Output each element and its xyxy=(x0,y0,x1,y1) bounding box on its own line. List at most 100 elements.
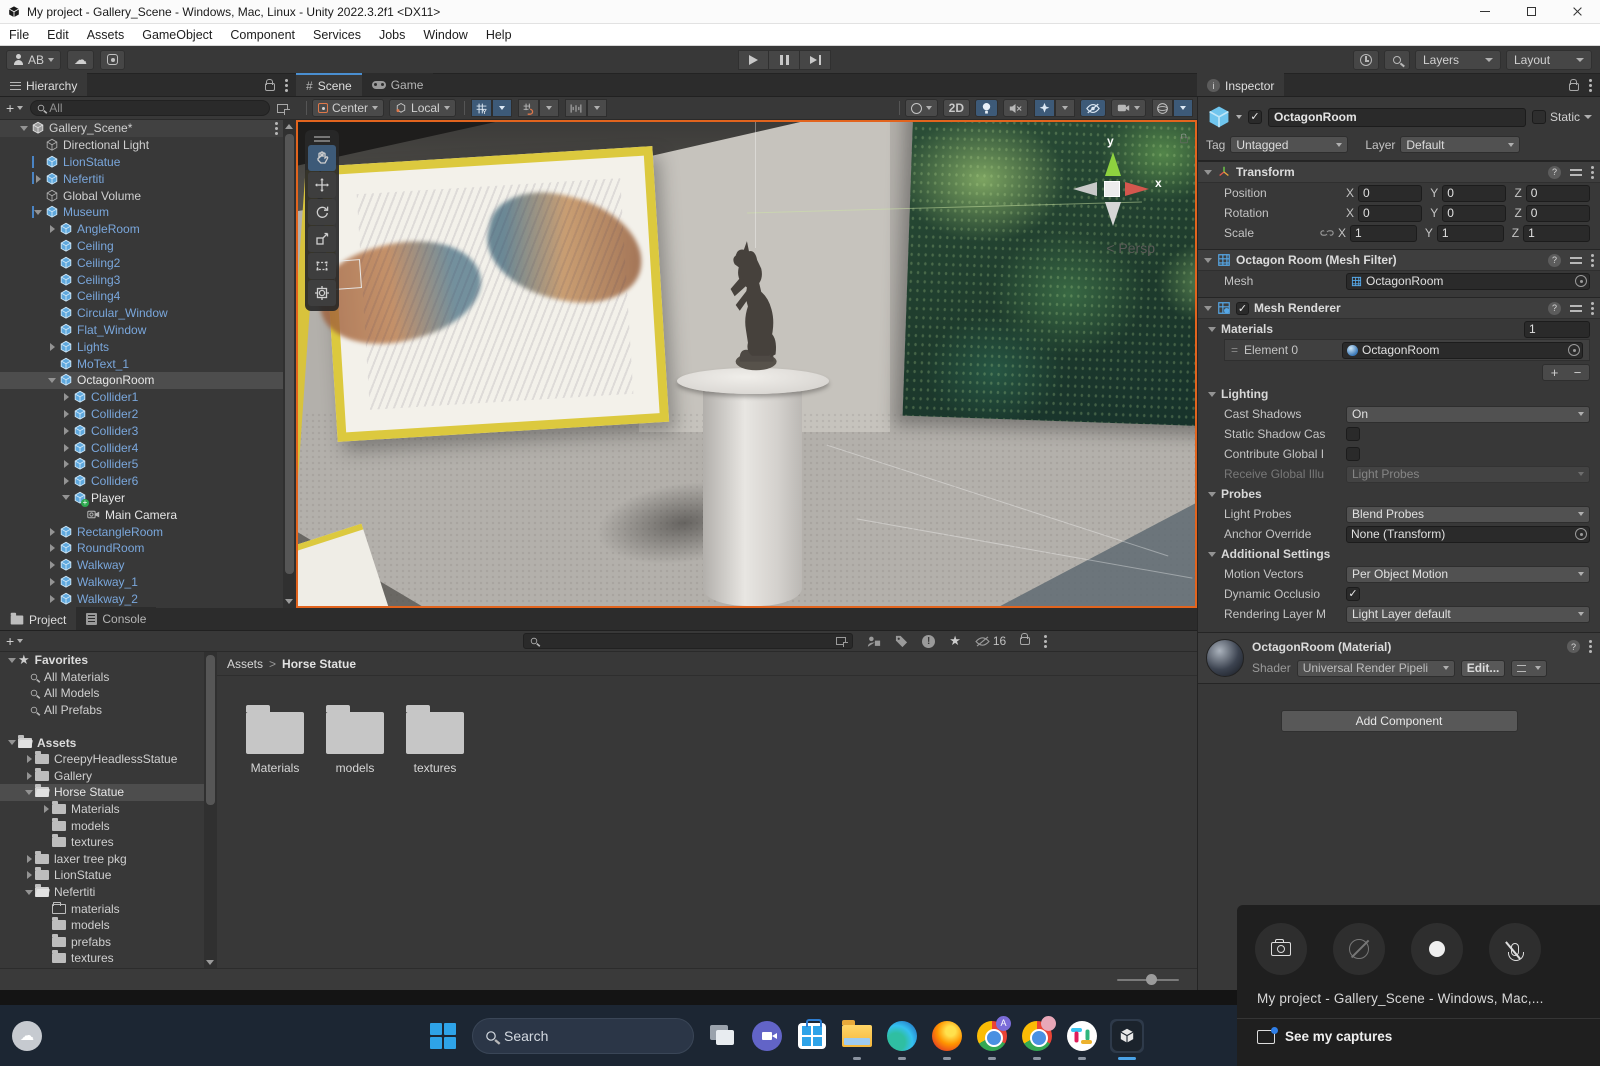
tree-arrow[interactable] xyxy=(60,460,72,469)
grid-snap-dropdown[interactable] xyxy=(491,99,512,117)
tree-arrow[interactable] xyxy=(60,477,72,486)
pedestal-column[interactable] xyxy=(703,383,803,606)
hierarchy-row[interactable]: Ceiling3 xyxy=(0,271,296,288)
renderer-enabled-checkbox[interactable]: ✓ xyxy=(1236,301,1249,315)
favorites-item[interactable]: All Prefabs xyxy=(0,702,204,719)
effects-dropdown[interactable] xyxy=(1055,99,1075,117)
chrome-profile-a-icon[interactable]: A xyxy=(975,1015,1011,1060)
remove-material-button[interactable]: − xyxy=(1574,365,1582,380)
scene-viewport[interactable]: y x < Persp xyxy=(296,120,1197,608)
project-tree-row[interactable]: laxer tree pkg xyxy=(0,850,204,868)
edge-icon[interactable] xyxy=(885,1019,919,1060)
microsoft-store-icon[interactable] xyxy=(795,1018,829,1053)
material-object-field[interactable]: OctagonRoom xyxy=(1342,341,1583,359)
tab-console[interactable]: Console xyxy=(76,607,157,630)
object-picker-icon[interactable] xyxy=(1575,275,1587,287)
scale-tool-button[interactable] xyxy=(308,226,336,252)
project-tree-row[interactable]: textures xyxy=(0,950,204,967)
hierarchy-row[interactable]: Main Camera xyxy=(0,506,296,523)
see-my-captures-button[interactable]: See my captures xyxy=(1237,1019,1600,1044)
layer-dropdown[interactable]: Default xyxy=(1400,136,1521,153)
meshfilter-component-header[interactable]: Octagon Room (Mesh Filter) ? xyxy=(1198,249,1600,271)
hands-sketch-painting[interactable] xyxy=(309,146,670,442)
snap-move-dropdown[interactable] xyxy=(538,99,559,117)
hierarchy-row[interactable]: RectangleRoom xyxy=(0,523,296,540)
hierarchy-row[interactable]: Lights xyxy=(0,338,296,355)
tag-dropdown[interactable]: Untagged xyxy=(1230,136,1349,153)
record-button[interactable] xyxy=(1411,923,1463,975)
material-kebab-icon[interactable] xyxy=(1589,645,1592,648)
help-icon[interactable]: ? xyxy=(1567,640,1580,653)
hidden-count-toggle[interactable]: 16 xyxy=(975,634,1006,648)
asset-filter-icon[interactable] xyxy=(867,635,881,648)
account-button[interactable]: AB xyxy=(6,49,62,70)
asset-folder-tile[interactable]: textures xyxy=(395,705,475,775)
project-tree-row[interactable]: CreepyHeadlessStatue xyxy=(0,751,204,768)
hierarchy-row[interactable]: Ceiling4 xyxy=(0,288,296,305)
scene-kebab-icon[interactable] xyxy=(275,126,278,130)
project-kebab-icon[interactable] xyxy=(1044,639,1048,643)
scale-x-field[interactable]: 1 xyxy=(1350,224,1417,242)
motion-vectors-dropdown[interactable]: Per Object Motion xyxy=(1346,565,1590,583)
breadcrumb-root[interactable]: Assets xyxy=(227,657,263,671)
hierarchy-row[interactable]: Walkway xyxy=(0,557,296,574)
tree-arrow[interactable] xyxy=(60,426,72,435)
hierarchy-row[interactable]: Museum xyxy=(0,204,296,221)
component-kebab-icon[interactable] xyxy=(1591,170,1594,174)
position-x-field[interactable]: 0 xyxy=(1358,184,1423,202)
tree-arrow[interactable] xyxy=(46,377,58,383)
add-material-button[interactable]: + xyxy=(1551,365,1559,380)
project-tree-row[interactable]: Nefertiti xyxy=(0,884,204,901)
services-button[interactable] xyxy=(100,49,126,70)
rotation-z-field[interactable]: 0 xyxy=(1525,204,1590,222)
hierarchy-search-input[interactable]: All xyxy=(30,100,270,116)
rotation-y-field[interactable]: 0 xyxy=(1442,204,1507,222)
tree-arrow[interactable] xyxy=(23,871,35,880)
material-section-header[interactable]: OctagonRoom (Material) ? Shader Universa… xyxy=(1198,632,1600,684)
weather-widget[interactable]: ☁ xyxy=(12,1020,42,1051)
gizmo-x-cone[interactable] xyxy=(1125,182,1149,196)
hierarchy-scrollbar[interactable] xyxy=(283,120,296,608)
hierarchy-row[interactable]: Collider6 xyxy=(0,473,296,490)
presets-icon[interactable] xyxy=(1570,255,1582,265)
tree-arrow[interactable] xyxy=(46,544,58,553)
search-button[interactable] xyxy=(1384,50,1410,70)
tree-arrow[interactable] xyxy=(46,577,58,586)
material-list-button[interactable] xyxy=(1511,659,1548,677)
2d-toggle[interactable]: 2D xyxy=(942,99,970,117)
undo-history-button[interactable] xyxy=(1353,50,1379,70)
project-tree-row[interactable]: LionStatue xyxy=(0,867,204,884)
hierarchy-row[interactable]: Collider4 xyxy=(0,439,296,456)
hierarchy-row[interactable]: LionStatue xyxy=(0,154,296,171)
tab-hierarchy[interactable]: Hierarchy xyxy=(0,73,88,96)
zoom-slider-thumb[interactable] xyxy=(1146,974,1157,985)
taskbar-search[interactable]: Search xyxy=(472,1017,694,1054)
cast-shadows-dropdown[interactable]: On xyxy=(1346,405,1590,423)
cloud-button[interactable]: ☁ xyxy=(67,49,95,70)
move-tool-button[interactable] xyxy=(308,172,336,198)
help-icon[interactable]: ? xyxy=(1548,165,1561,179)
project-tree-row[interactable]: materials xyxy=(0,900,204,917)
project-tree-row[interactable]: models xyxy=(0,817,204,834)
firefox-icon[interactable] xyxy=(930,1019,964,1060)
gizmo-center-cube[interactable] xyxy=(1104,181,1120,197)
rotation-x-field[interactable]: 0 xyxy=(1358,204,1423,222)
inspector-kebab-icon[interactable] xyxy=(1589,83,1592,87)
icon-picker-caret[interactable] xyxy=(1236,115,1242,119)
slack-icon[interactable] xyxy=(1065,1019,1099,1060)
hierarchy-row[interactable]: Global Volume xyxy=(0,187,296,204)
tree-arrow[interactable] xyxy=(23,854,35,863)
hierarchy-row[interactable]: Nefertiti xyxy=(0,170,296,187)
presets-icon[interactable] xyxy=(1570,167,1582,177)
tree-arrow[interactable] xyxy=(46,342,58,351)
project-search-input[interactable] xyxy=(523,633,854,649)
hierarchy-row[interactable]: Collider1 xyxy=(0,389,296,406)
dynamic-occlusion-checkbox[interactable]: ✓ xyxy=(1346,587,1360,601)
tree-arrow[interactable] xyxy=(46,527,58,536)
tree-arrow[interactable] xyxy=(46,561,58,570)
help-icon[interactable]: ? xyxy=(1548,301,1561,315)
materials-count-field[interactable]: 1 xyxy=(1524,320,1590,338)
project-tree-row[interactable]: Gallery xyxy=(0,767,204,785)
hierarchy-row[interactable]: OctagonRoom xyxy=(0,371,296,389)
add-component-button[interactable]: Add Component xyxy=(1280,710,1518,732)
